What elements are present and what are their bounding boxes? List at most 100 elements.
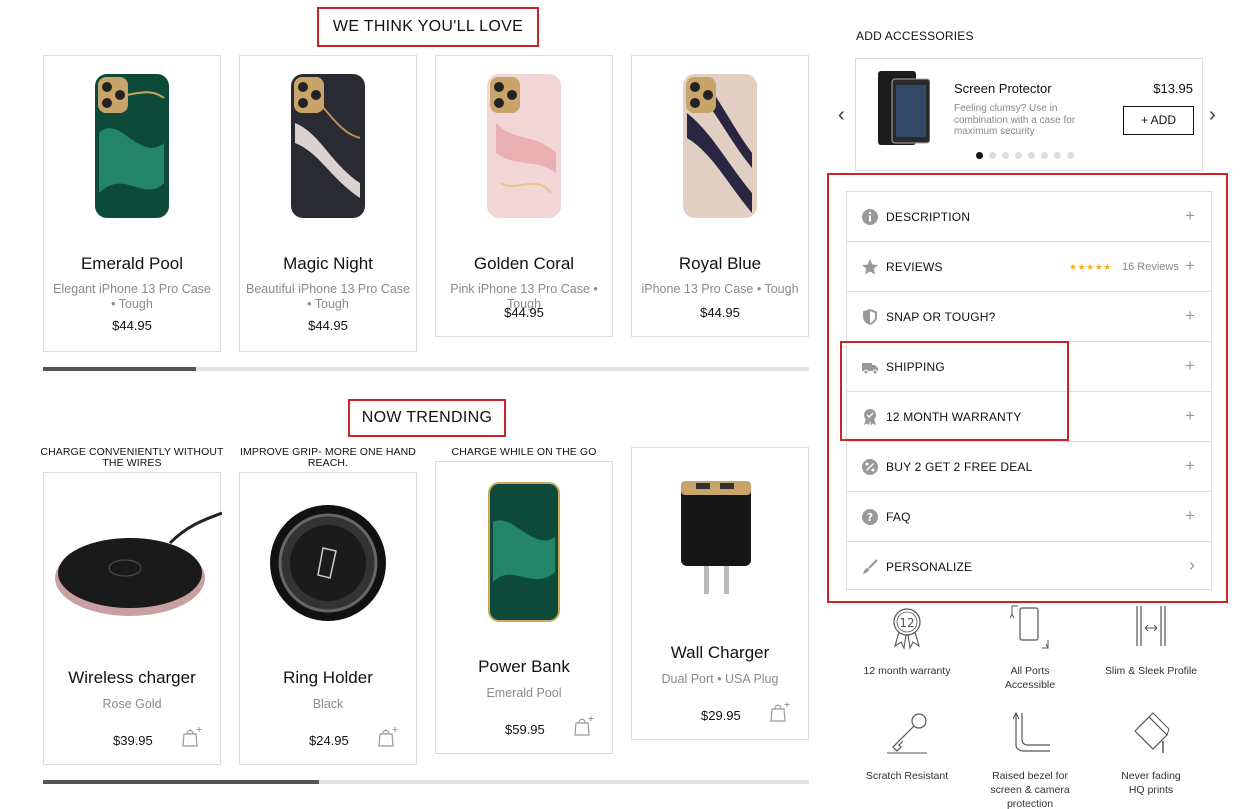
product-price: $44.95 [112, 318, 152, 333]
shipping-warranty-highlight [840, 341, 1069, 441]
feature-label: 12 month warranty [863, 665, 951, 677]
add-to-bag-icon[interactable] [769, 701, 791, 723]
product-card-wall-charger[interactable]: Wall Charger Dual Port • USA Plug $29.95 [631, 447, 809, 740]
product-subtitle: iPhone 13 Pro Case • Tough [641, 282, 799, 296]
expand-icon: + [1185, 356, 1195, 375]
product-card-power-bank[interactable]: Power Bank Emerald Pool $59.95 [435, 461, 613, 754]
product-price: $39.95 [113, 733, 153, 748]
feature-label: Scratch Resistant [865, 770, 949, 782]
product-card-emerald-pool[interactable]: Emerald Pool Elegant iPhone 13 Pro Case … [43, 55, 221, 352]
expand-icon: + [1185, 456, 1195, 475]
feature-prints: Never fading HQ prints [1096, 711, 1206, 797]
product-name[interactable]: Golden Coral [436, 254, 612, 274]
accordion-label: PERSONALIZE [886, 560, 973, 574]
product-subtitle: Black [312, 697, 344, 711]
product-card-magic-night[interactable]: Magic Night Beautiful iPhone 13 Pro Case… [239, 55, 417, 352]
trending-section-title: NOW TRENDING [348, 399, 506, 437]
feature-label: Slim & Sleek Profile [1104, 665, 1198, 677]
accordion-faq[interactable]: ? FAQ + [847, 492, 1211, 542]
scrollbar-thumb[interactable] [43, 780, 319, 784]
product-price: $29.95 [701, 708, 741, 723]
screen-protector-image [878, 71, 930, 145]
rating-stars: ★★★★★ [1069, 262, 1112, 272]
warranty-12-icon: 12 [893, 608, 921, 650]
product-name[interactable]: Wireless charger [44, 668, 220, 688]
carousel-dot[interactable] [1054, 152, 1061, 159]
carousel-dot[interactable] [976, 152, 983, 159]
product-card-golden-coral[interactable]: Golden Coral Pink iPhone 13 Pro Case • T… [435, 55, 613, 337]
recommended-section-title: WE THINK YOU'LL LOVE [317, 7, 539, 47]
question-icon: ? [862, 509, 878, 525]
ring-holder-image [270, 505, 386, 621]
accordion-reviews[interactable]: REVIEWS ★★★★★ 16 Reviews + [847, 242, 1211, 292]
product-price: $59.95 [505, 722, 545, 737]
phone-case-image [487, 74, 561, 218]
carousel-prev-arrow[interactable]: ‹ [838, 104, 845, 127]
carousel-dot[interactable] [1041, 152, 1048, 159]
phone-case-image [95, 74, 169, 218]
ports-icon [1010, 605, 1049, 649]
product-card-wireless-charger[interactable]: Wireless charger Rose Gold $39.95 [43, 472, 222, 765]
product-tagline: IMPROVE GRIP- MORE ONE HAND REACH. [240, 446, 416, 469]
add-accessory-button[interactable]: + ADD [1123, 106, 1194, 135]
accessory-description: Feeling clumsy? Use in combination with … [954, 103, 1076, 137]
product-price: $44.95 [504, 305, 544, 320]
feature-label: Raised bezel for screen & camera protect… [990, 770, 1070, 809]
product-name[interactable]: Magic Night [240, 254, 416, 274]
expand-icon: + [1185, 406, 1195, 425]
product-price: $24.95 [309, 733, 349, 748]
carousel-dots[interactable] [976, 152, 1086, 160]
info-icon [862, 209, 878, 225]
svg-text:12: 12 [899, 616, 914, 630]
slim-profile-icon [1136, 606, 1166, 646]
add-to-bag-icon[interactable] [377, 726, 399, 748]
carousel-dot[interactable] [1002, 152, 1009, 159]
add-to-bag-icon[interactable] [181, 726, 203, 748]
accessory-name: Screen Protector [954, 81, 1052, 96]
scrollbar-thumb[interactable] [43, 367, 197, 371]
accordion-label: REVIEWS [886, 260, 943, 274]
power-bank-image [488, 482, 560, 622]
brush-icon [863, 559, 878, 574]
carousel-dot[interactable] [1028, 152, 1035, 159]
product-card-ring-holder[interactable]: Ring Holder Black $24.95 [239, 472, 417, 765]
carousel-next-arrow[interactable]: › [1209, 104, 1216, 127]
accordion-personalize[interactable]: PERSONALIZE › [847, 542, 1211, 592]
carousel-dot[interactable] [1067, 152, 1074, 159]
feature-ports: All Ports Accessible [975, 604, 1085, 692]
carousel-dot[interactable] [1015, 152, 1022, 159]
accessory-price: $13.95 [1153, 81, 1193, 96]
accordion-snap-or-tough[interactable]: SNAP OR TOUGH? + [847, 292, 1211, 342]
product-price: $44.95 [308, 318, 348, 333]
percent-icon [862, 459, 878, 475]
review-count[interactable]: 16 Reviews [1122, 261, 1179, 273]
accessories-title: ADD ACCESSORIES [856, 29, 974, 43]
product-name[interactable]: Emerald Pool [44, 254, 220, 274]
product-name[interactable]: Royal Blue [632, 254, 808, 274]
accordion-label: DESCRIPTION [886, 210, 971, 224]
product-card-royal-blue[interactable]: Royal Blue iPhone 13 Pro Case • Tough $4… [631, 55, 809, 337]
recommended-scrollbar[interactable] [43, 367, 809, 371]
product-name[interactable]: Ring Holder [240, 668, 416, 688]
accordion-description[interactable]: DESCRIPTION + [847, 192, 1211, 242]
carousel-dot[interactable] [989, 152, 996, 159]
accordion-buy2get2[interactable]: BUY 2 GET 2 FREE DEAL + [847, 442, 1211, 492]
product-subtitle: Beautiful iPhone 13 Pro Case • Tough [246, 282, 410, 311]
add-to-bag-icon[interactable] [573, 715, 595, 737]
expand-icon: + [1185, 256, 1195, 275]
phone-case-image [683, 74, 757, 218]
expand-icon: + [1185, 306, 1195, 325]
product-name[interactable]: Wall Charger [632, 643, 808, 663]
print-icon [1134, 712, 1170, 753]
feature-label: All Ports Accessible [1004, 665, 1056, 691]
accordion-label: FAQ [886, 510, 911, 524]
trending-scrollbar[interactable] [43, 780, 809, 784]
accessory-card: Screen Protector $13.95 Feeling clumsy? … [855, 58, 1203, 171]
product-subtitle: Elegant iPhone 13 Pro Case • Tough [53, 282, 211, 311]
feature-bezel: Raised bezel for screen & camera protect… [975, 711, 1085, 809]
product-subtitle: Rose Gold [102, 697, 162, 711]
product-name[interactable]: Power Bank [436, 657, 612, 677]
product-tagline: CHARGE CONVENIENTLY WITHOUT THE WIRES [40, 446, 224, 469]
star-icon [862, 259, 878, 275]
shield-icon [863, 309, 877, 325]
